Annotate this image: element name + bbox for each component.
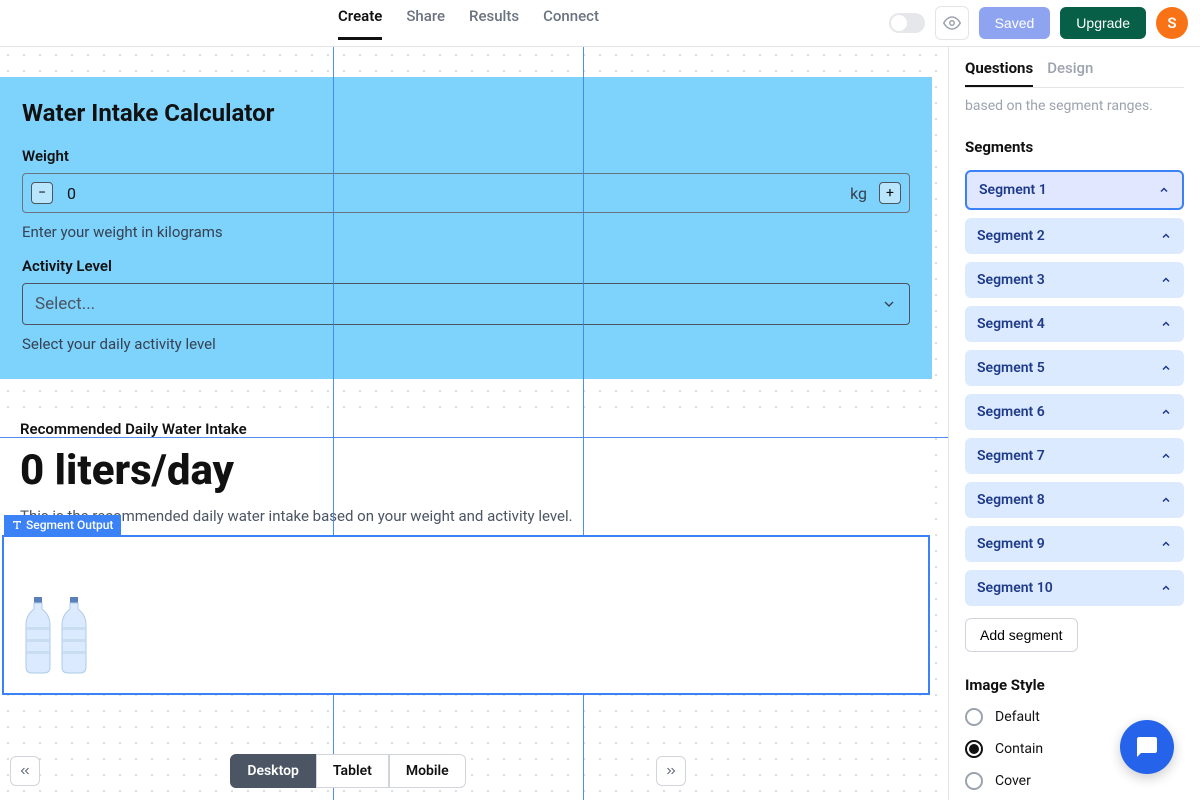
text-icon bbox=[12, 520, 22, 530]
add-segment-button[interactable]: Add segment bbox=[965, 618, 1078, 652]
nav-prev-button[interactable] bbox=[10, 756, 40, 786]
result-label[interactable]: Recommended Daily Water Intake bbox=[20, 420, 912, 438]
result-description[interactable]: This is the recommended daily water inta… bbox=[20, 507, 912, 525]
weight-helper[interactable]: Enter your weight in kilograms bbox=[0, 213, 932, 257]
result-block[interactable]: Recommended Daily Water Intake 0 liters/… bbox=[0, 412, 932, 545]
chevron-down-icon bbox=[881, 296, 897, 312]
sidebar-tab-questions[interactable]: Questions bbox=[965, 59, 1033, 87]
sidebar-helper-text: based on the segment ranges. bbox=[965, 98, 1184, 114]
image-style-title: Image Style bbox=[965, 676, 1184, 694]
topbar-tabs: Create Share Results Connect bbox=[338, 7, 599, 40]
chevron-up-icon bbox=[1160, 230, 1172, 242]
form-title[interactable]: Water Intake Calculator bbox=[0, 77, 932, 147]
chevron-up-icon bbox=[1160, 274, 1172, 286]
segment-label: Segment 7 bbox=[977, 448, 1045, 464]
guide-horizontal bbox=[0, 437, 948, 438]
activity-select[interactable]: Select... bbox=[22, 283, 910, 325]
saved-button[interactable]: Saved bbox=[979, 7, 1051, 39]
bottle-icon bbox=[56, 595, 92, 675]
sidebar-tab-design[interactable]: Design bbox=[1047, 59, 1093, 87]
device-tabs: DesktopTabletMobile bbox=[230, 754, 465, 788]
segment-row-4[interactable]: Segment 4 bbox=[965, 306, 1184, 342]
segment-label: Segment 4 bbox=[977, 316, 1045, 332]
radio-label: Default bbox=[995, 709, 1040, 725]
chat-icon bbox=[1135, 735, 1159, 759]
segment-label: Segment 2 bbox=[977, 228, 1045, 244]
segment-row-2[interactable]: Segment 2 bbox=[965, 218, 1184, 254]
radio-label: Contain bbox=[995, 741, 1043, 757]
main: Water Intake Calculator Weight − 0 kg + … bbox=[0, 47, 1200, 800]
chevron-up-icon bbox=[1160, 406, 1172, 418]
segment-label: Segment 5 bbox=[977, 360, 1045, 376]
chevron-up-icon bbox=[1160, 450, 1172, 462]
activity-placeholder: Select... bbox=[35, 294, 95, 314]
segment-label: Segment 3 bbox=[977, 272, 1045, 288]
radio-label: Cover bbox=[995, 773, 1031, 789]
weight-input[interactable]: 0 bbox=[61, 184, 846, 203]
segment-label: Segment 1 bbox=[979, 182, 1047, 198]
segment-label: Segment 9 bbox=[977, 536, 1045, 552]
radio-icon bbox=[965, 708, 983, 726]
chevron-up-icon bbox=[1160, 538, 1172, 550]
topbar: Create Share Results Connect Saved Upgrade … bbox=[0, 0, 1200, 47]
activity-label[interactable]: Activity Level bbox=[0, 257, 932, 283]
chevron-up-icon bbox=[1160, 494, 1172, 506]
topbar-tab-create[interactable]: Create bbox=[338, 7, 382, 40]
weight-label[interactable]: Weight bbox=[0, 147, 932, 173]
bottle-icon bbox=[20, 595, 56, 675]
segment-row-8[interactable]: Segment 8 bbox=[965, 482, 1184, 518]
segment-row-6[interactable]: Segment 6 bbox=[965, 394, 1184, 430]
image-style-option-cover[interactable]: Cover bbox=[965, 772, 1184, 790]
device-tab-tablet[interactable]: Tablet bbox=[316, 754, 389, 788]
activity-helper[interactable]: Select your daily activity level bbox=[0, 325, 932, 369]
chat-fab[interactable] bbox=[1120, 720, 1174, 774]
weight-input-wrap[interactable]: − 0 kg + bbox=[22, 173, 910, 213]
segment-row-7[interactable]: Segment 7 bbox=[965, 438, 1184, 474]
chevron-up-icon bbox=[1160, 362, 1172, 374]
segment-label: Segment 10 bbox=[977, 580, 1053, 596]
preview-toggle[interactable] bbox=[889, 13, 925, 33]
footer-bar: DesktopTabletMobile bbox=[0, 742, 696, 800]
segments-title: Segments bbox=[965, 138, 1184, 156]
chevron-up-icon bbox=[1160, 318, 1172, 330]
upgrade-button[interactable]: Upgrade bbox=[1060, 7, 1146, 39]
topbar-right: Saved Upgrade S bbox=[889, 6, 1188, 40]
preview-button[interactable] bbox=[935, 6, 969, 40]
segment-row-3[interactable]: Segment 3 bbox=[965, 262, 1184, 298]
eye-icon bbox=[943, 14, 961, 32]
segment-row-1[interactable]: Segment 1 bbox=[965, 170, 1184, 210]
user-avatar[interactable]: S bbox=[1156, 7, 1188, 39]
segment-row-5[interactable]: Segment 5 bbox=[965, 350, 1184, 386]
segment-row-10[interactable]: Segment 10 bbox=[965, 570, 1184, 606]
segment-output-tag: Segment Output bbox=[4, 515, 121, 535]
chevrons-left-icon bbox=[18, 764, 32, 778]
sidebar: Questions Design based on the segment ran… bbox=[948, 47, 1200, 800]
topbar-tab-connect[interactable]: Connect bbox=[543, 7, 599, 40]
canvas[interactable]: Water Intake Calculator Weight − 0 kg + … bbox=[0, 47, 948, 800]
topbar-tab-share[interactable]: Share bbox=[406, 7, 445, 40]
radio-icon bbox=[965, 740, 983, 758]
weight-unit: kg bbox=[846, 184, 871, 203]
form-block[interactable]: Water Intake Calculator Weight − 0 kg + … bbox=[0, 77, 932, 379]
nav-next-button[interactable] bbox=[656, 756, 686, 786]
segment-output-block[interactable]: Segment Output bbox=[2, 535, 930, 695]
segments-list: Segment 1 Segment 2 Segment 3 Segment 4 Segm… bbox=[965, 170, 1184, 606]
device-tab-mobile[interactable]: Mobile bbox=[389, 754, 466, 788]
segment-label: Segment 6 bbox=[977, 404, 1045, 420]
sidebar-tabs: Questions Design bbox=[965, 59, 1184, 88]
segment-output-tag-label: Segment Output bbox=[26, 518, 113, 532]
chevrons-right-icon bbox=[664, 764, 678, 778]
device-tab-desktop[interactable]: Desktop bbox=[230, 754, 316, 788]
result-value[interactable]: 0 liters/day bbox=[20, 446, 912, 495]
chevron-up-icon bbox=[1160, 582, 1172, 594]
bottles-illustration bbox=[20, 595, 92, 675]
segment-row-9[interactable]: Segment 9 bbox=[965, 526, 1184, 562]
weight-decrement-button[interactable]: − bbox=[31, 182, 53, 204]
radio-icon bbox=[965, 772, 983, 790]
weight-increment-button[interactable]: + bbox=[879, 182, 901, 204]
segment-label: Segment 8 bbox=[977, 492, 1045, 508]
chevron-up-icon bbox=[1158, 184, 1170, 196]
topbar-tab-results[interactable]: Results bbox=[469, 7, 519, 40]
